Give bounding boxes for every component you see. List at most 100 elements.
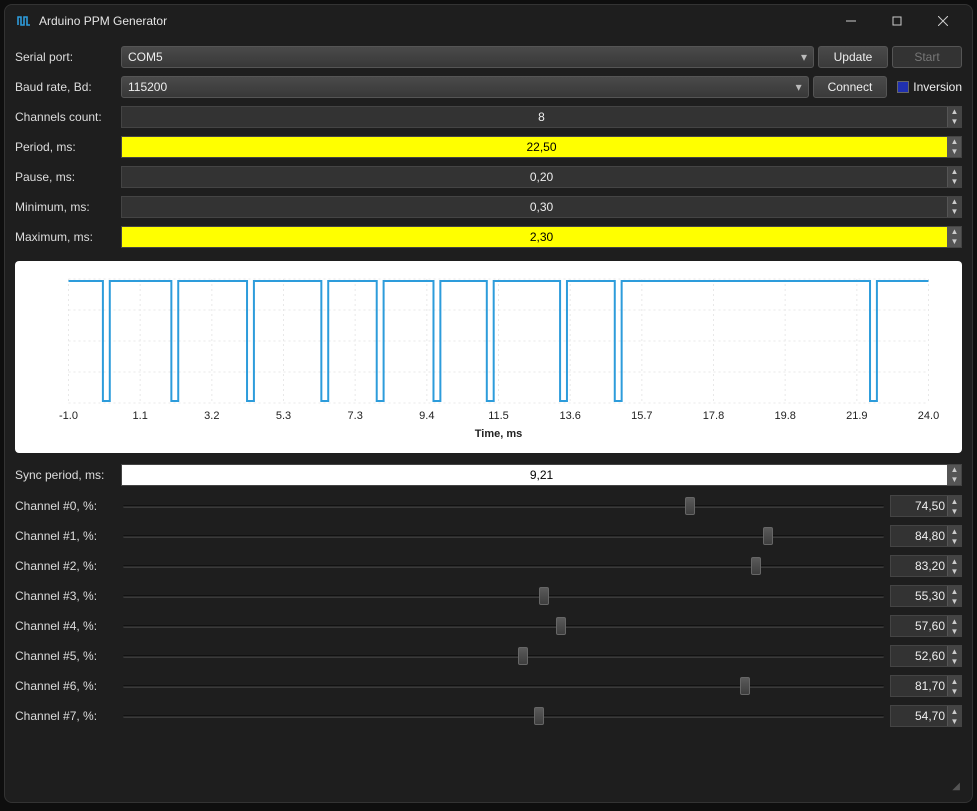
channel-row: Channel #7, %: 54,70 ▲▼: [15, 701, 962, 731]
channel-label: Channel #0, %:: [15, 499, 117, 513]
channel-value-input[interactable]: 52,60 ▲▼: [890, 645, 962, 667]
slider-thumb[interactable]: [740, 677, 750, 695]
channel-label: Channel #5, %:: [15, 649, 117, 663]
sync-period-value: 9,21: [530, 468, 553, 482]
maximize-button[interactable]: [874, 5, 920, 37]
channel-value-input[interactable]: 55,30 ▲▼: [890, 585, 962, 607]
channel-value-input[interactable]: 81,70 ▲▼: [890, 675, 962, 697]
minimum-value: 0,30: [530, 200, 553, 214]
baud-rate-value: 115200: [128, 80, 167, 94]
spinner-arrows[interactable]: ▲▼: [947, 556, 961, 576]
channel-slider[interactable]: [123, 646, 884, 666]
channel-slider[interactable]: [123, 526, 884, 546]
spinner-arrows[interactable]: ▲▼: [947, 197, 961, 217]
channel-slider[interactable]: [123, 556, 884, 576]
channel-label: Channel #4, %:: [15, 619, 117, 633]
channels-count-input[interactable]: 8 ▲▼: [121, 106, 962, 128]
minimum-label: Minimum, ms:: [15, 200, 117, 214]
spinner-arrows[interactable]: ▲▼: [947, 167, 961, 187]
slider-thumb[interactable]: [539, 587, 549, 605]
app-window: Arduino PPM Generator Serial port: COM5 …: [4, 4, 973, 803]
channels-count-value: 8: [538, 110, 545, 124]
minimize-button[interactable]: [828, 5, 874, 37]
sync-period-label: Sync period, ms:: [15, 468, 117, 482]
channel-value-input[interactable]: 83,20 ▲▼: [890, 555, 962, 577]
channel-row: Channel #0, %: 74,50 ▲▼: [15, 491, 962, 521]
svg-text:5.3: 5.3: [276, 410, 291, 422]
maximum-input[interactable]: 2,30 ▲▼: [121, 226, 962, 248]
period-input[interactable]: 22,50 ▲▼: [121, 136, 962, 158]
minimum-input[interactable]: 0,30 ▲▼: [121, 196, 962, 218]
start-button[interactable]: Start: [892, 46, 962, 68]
resize-grip[interactable]: ◢: [952, 781, 962, 794]
connect-button[interactable]: Connect: [813, 76, 888, 98]
baud-rate-label: Baud rate, Bd:: [15, 80, 117, 94]
app-icon: [17, 14, 31, 28]
period-label: Period, ms:: [15, 140, 117, 154]
spinner-arrows[interactable]: ▲▼: [947, 496, 961, 516]
channel-label: Channel #6, %:: [15, 679, 117, 693]
svg-text:24.0: 24.0: [918, 410, 939, 422]
slider-thumb[interactable]: [534, 707, 544, 725]
channel-slider[interactable]: [123, 496, 884, 516]
slider-thumb[interactable]: [685, 497, 695, 515]
inversion-checkbox[interactable]: Inversion: [891, 80, 962, 94]
serial-port-value: COM5: [128, 50, 163, 64]
channel-value: 83,20: [915, 559, 945, 573]
channel-label: Channel #1, %:: [15, 529, 117, 543]
channel-row: Channel #5, %: 52,60 ▲▼: [15, 641, 962, 671]
svg-text:9.4: 9.4: [419, 410, 434, 422]
chevron-down-icon: ▾: [801, 50, 807, 64]
spinner-arrows[interactable]: ▲▼: [947, 586, 961, 606]
channel-value-input[interactable]: 57,60 ▲▼: [890, 615, 962, 637]
titlebar: Arduino PPM Generator: [5, 5, 972, 37]
spinner-arrows[interactable]: ▲▼: [947, 706, 961, 726]
channel-value: 52,60: [915, 649, 945, 663]
maximum-value: 2,30: [530, 230, 553, 244]
channel-slider[interactable]: [123, 616, 884, 636]
channel-value-input[interactable]: 84,80 ▲▼: [890, 525, 962, 547]
slider-thumb[interactable]: [751, 557, 761, 575]
chevron-down-icon: ▾: [796, 80, 802, 94]
channel-value: 81,70: [915, 679, 945, 693]
svg-text:21.9: 21.9: [846, 410, 867, 422]
serial-port-label: Serial port:: [15, 50, 117, 64]
channel-label: Channel #3, %:: [15, 589, 117, 603]
channel-value-input[interactable]: 54,70 ▲▼: [890, 705, 962, 727]
maximum-label: Maximum, ms:: [15, 230, 117, 244]
svg-text:7.3: 7.3: [348, 410, 363, 422]
slider-thumb[interactable]: [763, 527, 773, 545]
svg-text:-1.0: -1.0: [59, 410, 78, 422]
content-area: Serial port: COM5 ▾ Update Start Baud ra…: [5, 37, 972, 802]
serial-port-combo[interactable]: COM5 ▾: [121, 46, 814, 68]
slider-thumb[interactable]: [518, 647, 528, 665]
channels-count-label: Channels count:: [15, 110, 117, 124]
channel-value-input[interactable]: 74,50 ▲▼: [890, 495, 962, 517]
spinner-arrows[interactable]: ▲▼: [947, 107, 961, 127]
channel-row: Channel #2, %: 83,20 ▲▼: [15, 551, 962, 581]
slider-thumb[interactable]: [556, 617, 566, 635]
spinner-arrows[interactable]: ▲▼: [947, 137, 961, 157]
channel-row: Channel #1, %: 84,80 ▲▼: [15, 521, 962, 551]
channel-slider[interactable]: [123, 706, 884, 726]
spinner-arrows[interactable]: ▲▼: [947, 526, 961, 546]
spinner-arrows[interactable]: ▲▼: [947, 616, 961, 636]
baud-rate-combo[interactable]: 115200 ▾: [121, 76, 809, 98]
svg-text:3.2: 3.2: [204, 410, 219, 422]
channel-slider[interactable]: [123, 586, 884, 606]
channel-value: 84,80: [915, 529, 945, 543]
channel-slider[interactable]: [123, 676, 884, 696]
spinner-arrows[interactable]: ▲▼: [947, 676, 961, 696]
pause-input[interactable]: 0,20 ▲▼: [121, 166, 962, 188]
window-title: Arduino PPM Generator: [39, 14, 167, 28]
channel-label: Channel #2, %:: [15, 559, 117, 573]
channel-value: 54,70: [915, 709, 945, 723]
svg-text:1.1: 1.1: [133, 410, 148, 422]
spinner-arrows[interactable]: ▲▼: [947, 646, 961, 666]
close-button[interactable]: [920, 5, 966, 37]
update-button[interactable]: Update: [818, 46, 888, 68]
channel-value: 55,30: [915, 589, 945, 603]
svg-text:13.6: 13.6: [559, 410, 580, 422]
spinner-arrows[interactable]: ▲▼: [947, 227, 961, 247]
channel-value: 74,50: [915, 499, 945, 513]
